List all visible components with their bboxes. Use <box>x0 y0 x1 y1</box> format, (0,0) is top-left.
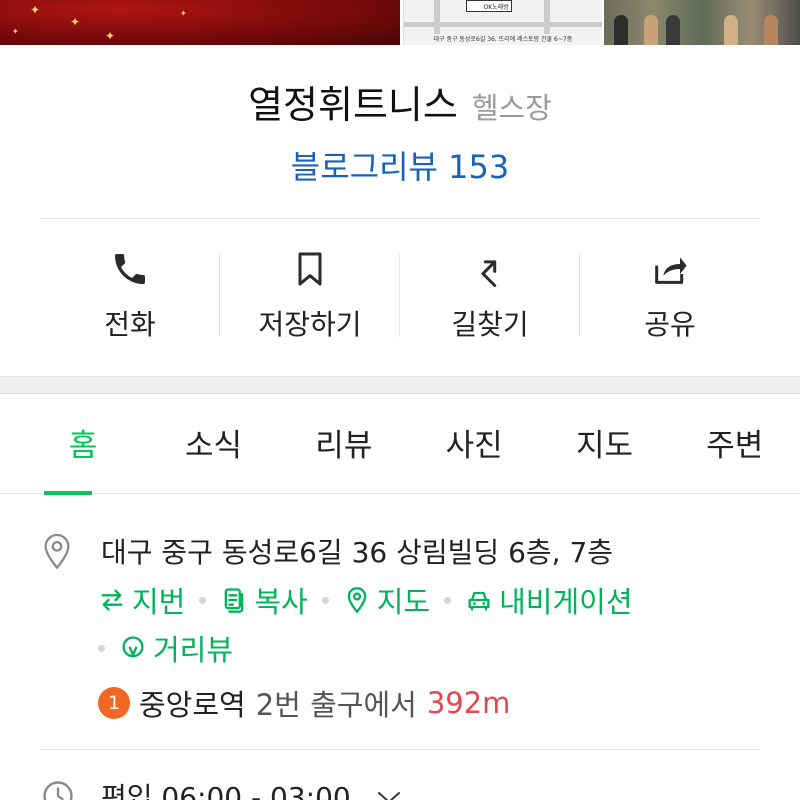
separator-dot <box>98 644 105 652</box>
street-view-label: 거리뷰 <box>153 633 234 667</box>
map-label: 지도 <box>376 585 431 619</box>
subway-line-badge: 1 <box>98 687 130 719</box>
tab-label: 홈 <box>68 428 98 464</box>
chevron-down-icon[interactable] <box>374 788 404 800</box>
tab-nearby[interactable]: 주변 <box>670 396 800 494</box>
photo-thumbnail-1[interactable]: ✦ ✦ ✦ ✦ ✦ <box>0 0 400 45</box>
directions-icon <box>481 260 497 287</box>
copy-icon <box>225 588 244 613</box>
street-view-icon <box>122 636 144 658</box>
save-button[interactable]: 저장하기 <box>220 245 400 345</box>
place-title-row: 열정휘트니스 헬스장 <box>0 74 800 129</box>
sparkle-icon: ✦ <box>12 27 19 36</box>
business-hours[interactable]: 편입 06:00 - 03:00 <box>101 776 351 800</box>
map-label: OK노래방 <box>483 4 509 11</box>
map-road <box>543 0 550 34</box>
location-pin-icon <box>44 533 70 570</box>
map-link[interactable]: 지도 <box>343 579 430 621</box>
separator-dot <box>444 596 452 604</box>
section-gap <box>0 376 800 394</box>
share-icon <box>655 257 687 284</box>
lot-number-link[interactable]: 지번 <box>98 579 185 621</box>
sparkle-icon: ✦ <box>70 15 81 29</box>
tab-label: 사진 <box>445 428 503 464</box>
navigation-link[interactable]: 내비게이션 <box>465 579 633 621</box>
tab-label: 리뷰 <box>315 428 373 464</box>
action-bar: 전화 저장하기 길찾기 공유 <box>40 245 760 345</box>
clock-icon <box>43 781 73 800</box>
lot-number-label: 지번 <box>132 585 186 619</box>
bookmark-icon <box>298 252 322 286</box>
phone-icon <box>115 254 145 284</box>
map-pin-icon <box>347 587 367 614</box>
photo-strip[interactable]: ✦ ✦ ✦ ✦ ✦ OK노래방 대구 중구 동성로6길 36, 뜨리에 레스토랑… <box>0 0 800 45</box>
person-figure <box>724 15 739 45</box>
address-actions-row: 지번 복사 지도 내비게이션 <box>98 580 633 620</box>
active-tab-indicator <box>44 491 92 495</box>
blog-review-link[interactable]: 블로그리뷰 153 <box>0 142 800 188</box>
person-figure <box>614 15 629 45</box>
person-figure <box>644 15 659 45</box>
navigation-label: 내비게이션 <box>499 585 633 619</box>
address-text: 대구 중구 동성로6길 36 상림빌딩 6층, 7층 <box>101 536 614 569</box>
tab-label: 지도 <box>575 428 633 464</box>
save-label: 저장하기 <box>258 308 362 341</box>
station-exit: 2번 출구에서 <box>255 688 417 722</box>
car-icon <box>468 591 490 611</box>
map-caption: 대구 중구 동성로6길 36, 뜨리에 레스토랑 건물 6~7층 <box>433 36 573 43</box>
separator-dot <box>321 596 329 604</box>
place-name: 열정휘트니스 <box>248 83 458 127</box>
station-distance: 392m <box>426 686 511 720</box>
place-category: 헬스장 <box>471 91 552 125</box>
tab-reviews[interactable]: 리뷰 <box>279 396 409 494</box>
call-label: 전화 <box>104 308 156 341</box>
street-view-link[interactable]: 거리뷰 <box>119 627 233 669</box>
photo-thumbnail-gym[interactable] <box>604 0 800 45</box>
call-button[interactable]: 전화 <box>40 245 220 345</box>
divider <box>40 218 760 219</box>
sparkle-icon: ✦ <box>30 3 41 17</box>
tab-photos[interactable]: 사진 <box>409 396 539 494</box>
sparkle-icon: ✦ <box>180 9 187 18</box>
photo-thumbnail-map[interactable]: OK노래방 대구 중구 동성로6길 36, 뜨리에 레스토랑 건물 6~7층 <box>402 0 603 45</box>
directions-button[interactable]: 길찾기 <box>400 245 580 345</box>
separator-dot <box>199 596 207 604</box>
address-actions-row-2: 거리뷰 <box>98 628 233 668</box>
tab-bar: 홈 소식 리뷰 사진 지도 주변 <box>0 396 800 495</box>
tab-news[interactable]: 소식 <box>148 396 278 494</box>
directions-label: 길찾기 <box>451 308 529 341</box>
share-label: 공유 <box>644 308 696 341</box>
sparkle-icon: ✦ <box>105 29 116 43</box>
divider <box>40 749 760 750</box>
nearest-station: 1 중앙로역 2번 출구에서 392m <box>98 683 510 723</box>
map-road <box>403 22 603 27</box>
map-road <box>433 0 440 34</box>
tab-home[interactable]: 홈 <box>18 396 148 495</box>
copy-label: 복사 <box>254 585 308 619</box>
station-name: 중앙로역 <box>139 688 246 722</box>
tab-label: 소식 <box>184 428 243 464</box>
tab-map[interactable]: 지도 <box>539 396 669 494</box>
person-figure <box>666 15 681 45</box>
tab-label: 주변 <box>706 428 764 464</box>
swap-arrows-icon <box>101 589 123 611</box>
copy-link[interactable]: 복사 <box>220 579 308 621</box>
person-figure <box>764 15 779 45</box>
share-button[interactable]: 공유 <box>580 245 760 345</box>
